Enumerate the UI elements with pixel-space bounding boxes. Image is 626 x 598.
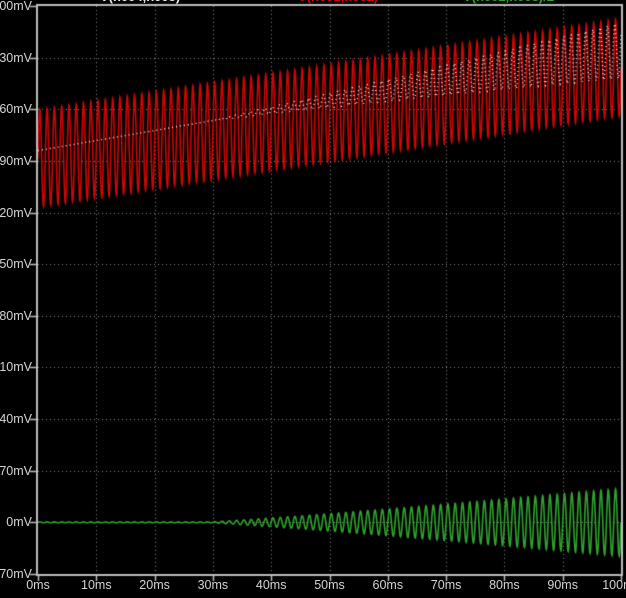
waveform-plot-canvas[interactable] [0,0,626,598]
trace-label-red[interactable]: V(n001,n002) [298,0,378,3]
trace-label-white[interactable]: V(n004,n005) [100,0,180,3]
trace-label-green[interactable]: V(n002,n003)/2 [463,0,554,3]
waveform-viewer: V(n004,n005) V(n001,n002) V(n002,n003)/2… [0,0,626,598]
